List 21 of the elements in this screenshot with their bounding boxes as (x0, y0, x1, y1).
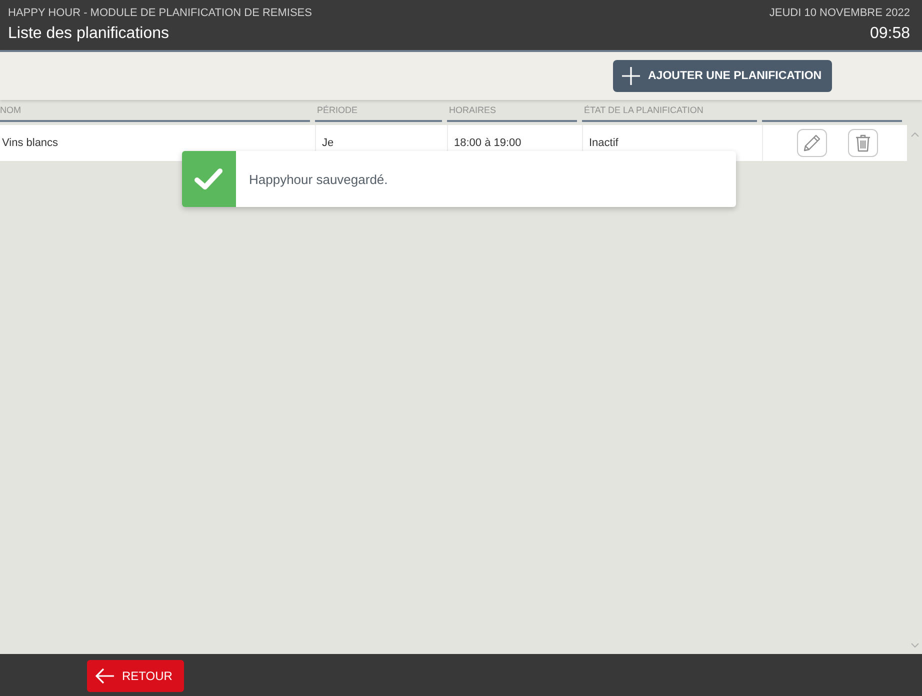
date-text: JEUDI 10 NOVEMBRE 2022 (769, 7, 910, 20)
delete-button[interactable] (848, 129, 878, 157)
table-cell: Inactif (589, 137, 618, 149)
time-text: 09:58 (870, 24, 910, 43)
column-header: ÉTAT DE LA PLANIFICATION (584, 105, 704, 115)
arrow-left-icon (95, 668, 115, 684)
pencil-icon (803, 134, 821, 152)
module-title: HAPPY HOUR - MODULE DE PLANIFICATION DE REMISES (8, 7, 312, 20)
table-cell: Vins blancs (2, 137, 58, 149)
add-schedule-button[interactable]: AJOUTER UNE PLANIFICATION (613, 60, 832, 92)
back-button[interactable]: RETOUR (87, 660, 184, 692)
column-header: HORAIRES (449, 105, 496, 115)
page-title: Liste des planifications (8, 24, 170, 43)
column-header: NOM (0, 105, 21, 115)
edit-button[interactable] (797, 129, 827, 157)
plus-icon (622, 67, 640, 85)
column-header: PÉRIODE (317, 105, 358, 115)
table-cell: 18:00 à 19:00 (454, 137, 522, 149)
table-cell: Je (322, 137, 334, 149)
toast-message: Happyhour sauvegardé. (249, 172, 388, 186)
trash-icon (855, 134, 871, 152)
